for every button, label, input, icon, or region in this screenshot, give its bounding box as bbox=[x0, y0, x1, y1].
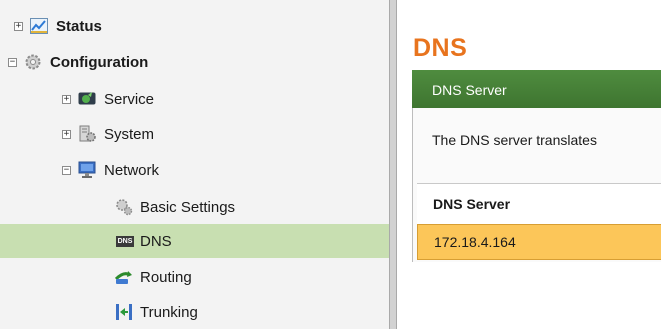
configuration-gear-icon bbox=[24, 53, 42, 71]
sidebar-item-label: DNS bbox=[140, 232, 172, 250]
page-title: DNS bbox=[413, 34, 468, 62]
dns-icon: DNS bbox=[115, 232, 135, 250]
dns-server-panel: DNS Server The DNS server translates DNS… bbox=[412, 70, 661, 262]
sidebar-item-label: Service bbox=[104, 90, 155, 108]
expand-toggle-icon[interactable]: + bbox=[14, 21, 23, 31]
sidebar-item-label: Status bbox=[56, 17, 102, 35]
sidebar-item-label: Basic Settings bbox=[140, 198, 236, 216]
sidebar-item-dns[interactable]: DNS DNS bbox=[0, 224, 389, 258]
sidebar-item-service[interactable]: + Service bbox=[0, 82, 389, 116]
expand-toggle-icon[interactable]: + bbox=[62, 94, 71, 104]
sidebar-item-label: Configuration bbox=[50, 53, 149, 71]
panel-header: DNS Server bbox=[412, 70, 661, 108]
trunking-icon bbox=[115, 303, 133, 321]
panel-body: The DNS server translates DNS Server 172… bbox=[412, 108, 661, 262]
navigation-sidebar: + Status − Configuration + Service + Sys… bbox=[0, 0, 389, 329]
table-column-header[interactable]: DNS Server bbox=[417, 183, 661, 224]
table-row[interactable]: 172.18.4.164 bbox=[417, 224, 661, 260]
expand-toggle-icon[interactable]: + bbox=[62, 129, 71, 139]
system-icon bbox=[78, 125, 96, 143]
sidebar-item-label: Network bbox=[104, 161, 160, 179]
sidebar-item-trunking[interactable]: Trunking bbox=[0, 295, 389, 329]
sidebar-item-network[interactable]: − Network bbox=[0, 153, 389, 187]
basic-settings-gears-icon bbox=[115, 198, 133, 216]
sidebar-item-system[interactable]: + System bbox=[0, 117, 389, 151]
content-area: DNS DNS Server The DNS server translates… bbox=[397, 0, 661, 329]
routing-icon bbox=[115, 268, 133, 286]
network-monitor-icon bbox=[78, 161, 96, 179]
sidebar-item-label: System bbox=[104, 125, 155, 143]
sidebar-item-basic-settings[interactable]: Basic Settings bbox=[0, 190, 389, 224]
sidebar-item-status[interactable]: + Status bbox=[0, 9, 389, 43]
sidebar-item-label: Routing bbox=[140, 268, 192, 286]
sidebar-item-configuration[interactable]: − Configuration bbox=[0, 45, 389, 79]
collapse-toggle-icon[interactable]: − bbox=[62, 165, 71, 175]
pane-splitter[interactable] bbox=[389, 0, 397, 329]
sidebar-item-routing[interactable]: Routing bbox=[0, 260, 389, 294]
panel-description: The DNS server translates bbox=[432, 132, 597, 148]
service-icon bbox=[78, 90, 96, 108]
sidebar-item-label: Trunking bbox=[140, 303, 198, 321]
status-chart-icon bbox=[30, 17, 48, 35]
dns-icon-label: DNS bbox=[115, 235, 135, 247]
collapse-toggle-icon[interactable]: − bbox=[8, 57, 17, 67]
